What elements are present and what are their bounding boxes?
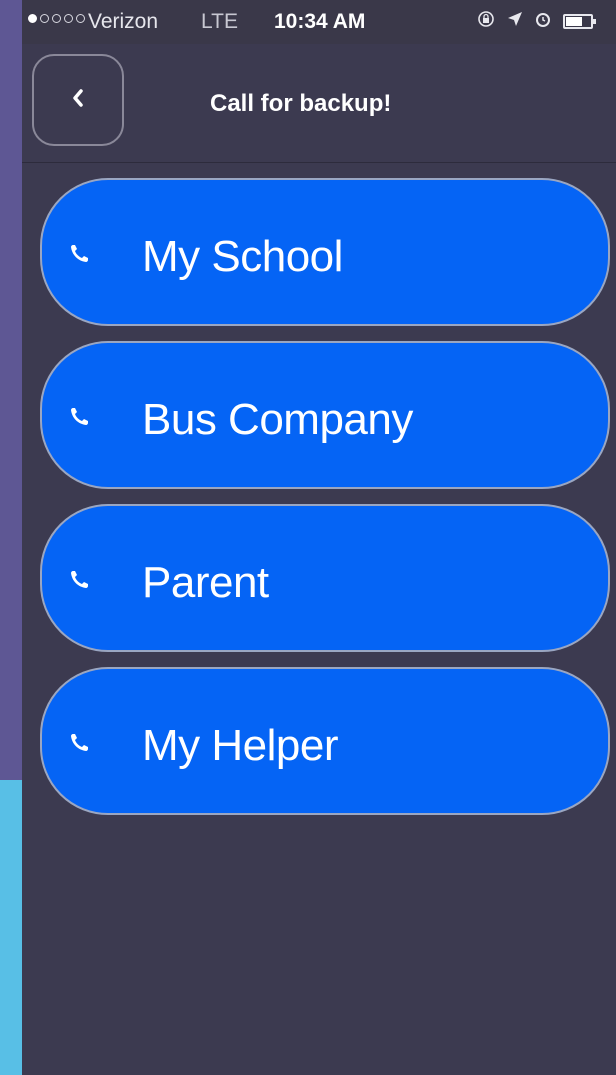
back-button[interactable] [32, 54, 124, 146]
call-bus-company-button[interactable]: Bus Company [40, 341, 610, 489]
phone-icon [64, 727, 96, 759]
orientation-lock-icon [477, 10, 495, 33]
phone-screen: Verizon LTE 10:34 AM Call for backup! My… [22, 0, 616, 1075]
status-bar: Verizon LTE 10:34 AM [22, 0, 616, 44]
phone-icon [64, 564, 96, 596]
call-parent-button[interactable]: Parent [40, 504, 610, 652]
location-arrow-icon [507, 11, 523, 32]
navigation-bar: Call for backup! [22, 44, 616, 163]
signal-strength-icon [28, 14, 85, 23]
network-type: LTE [201, 10, 238, 33]
phone-icon [64, 401, 96, 433]
battery-icon [563, 14, 596, 29]
carrier-name: Verizon [88, 10, 159, 33]
call-button-label: Bus Company [142, 395, 413, 444]
status-time: 10:34 AM [274, 10, 366, 33]
call-my-helper-button[interactable]: My Helper [40, 667, 610, 815]
call-button-label: My School [142, 232, 343, 281]
page-title: Call for backup! [210, 90, 392, 117]
call-my-school-button[interactable]: My School [40, 178, 610, 326]
side-decoration-strip [0, 0, 22, 780]
phone-icon [64, 238, 96, 270]
side-decoration-strip-accent [0, 780, 22, 1075]
call-button-label: Parent [142, 558, 269, 607]
call-list: My School Bus Company Parent My Helper [40, 178, 610, 830]
chevron-left-icon [68, 86, 88, 115]
call-button-label: My Helper [142, 721, 339, 770]
status-icons [477, 10, 596, 33]
alarm-icon [535, 11, 551, 32]
